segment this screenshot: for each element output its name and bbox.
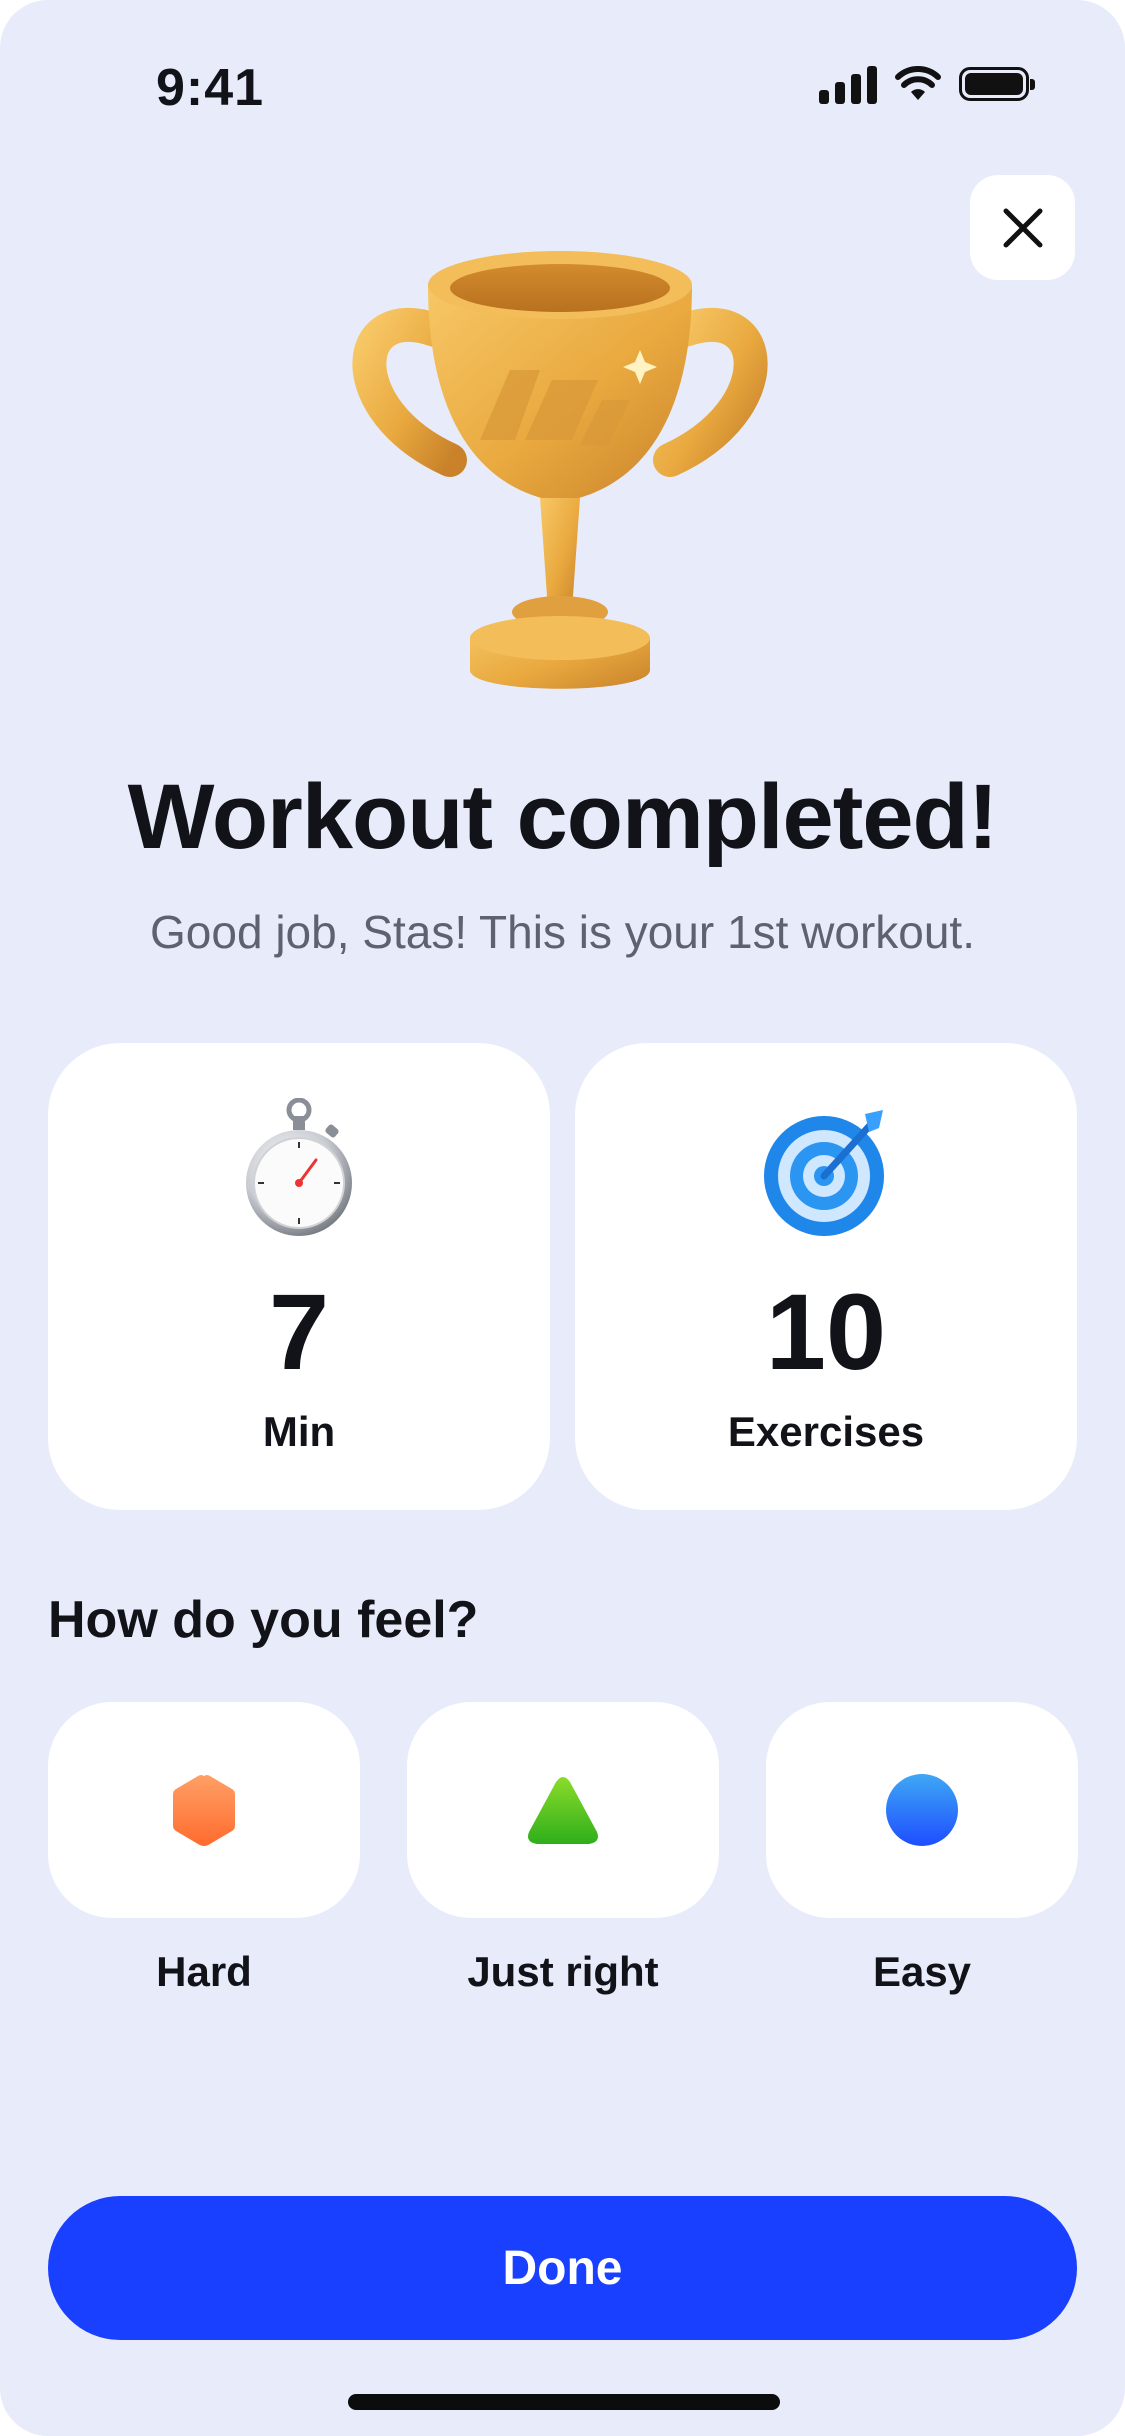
trophy-icon <box>352 251 768 689</box>
battery-icon <box>959 67 1035 101</box>
feel-option-easy[interactable]: Easy <box>766 1702 1078 1996</box>
stat-card-duration: 7 Min <box>48 1043 550 1510</box>
stat-label-duration: Min <box>262 1408 336 1455</box>
close-button[interactable] <box>970 175 1075 280</box>
feel-label-just-right: Just right <box>467 1948 659 1995</box>
target-icon <box>764 1110 884 1236</box>
stat-label-exercises: Exercises <box>727 1408 925 1455</box>
stat-card-exercises: 10 Exercises <box>575 1043 1077 1510</box>
close-icon <box>1003 208 1042 247</box>
feel-tile-hard[interactable] <box>48 1702 360 1918</box>
status-icons <box>819 64 1035 104</box>
triangle-icon <box>528 1777 598 1844</box>
stat-value-exercises: 10 <box>765 1271 887 1392</box>
feel-label-hard: Hard <box>156 1948 252 1995</box>
done-button[interactable]: Done <box>48 2196 1077 2340</box>
feel-heading: How do you feel? <box>48 1591 479 1649</box>
home-indicator <box>348 2394 780 2410</box>
stopwatch-icon <box>246 1098 352 1236</box>
page-title: Workout completed! <box>127 766 999 868</box>
feel-option-just-right[interactable]: Just right <box>407 1702 719 1996</box>
feel-option-hard[interactable]: Hard <box>48 1702 360 1996</box>
page-subtitle: Good job, Stas! This is your 1st workout… <box>150 906 975 958</box>
feel-tile-just-right[interactable] <box>407 1702 719 1918</box>
wifi-icon <box>895 66 941 100</box>
status-time: 9:41 <box>156 59 265 117</box>
stat-value-duration: 7 <box>268 1271 330 1392</box>
hexagon-icon <box>173 1775 235 1846</box>
feel-label-easy: Easy <box>872 1948 972 1995</box>
signal-icon <box>819 64 877 104</box>
workout-completed-screen: 9:41 Workout completed! Good job, Stas! … <box>0 0 1125 2436</box>
circle-icon <box>886 1774 958 1846</box>
feel-tile-easy[interactable] <box>766 1702 1078 1918</box>
